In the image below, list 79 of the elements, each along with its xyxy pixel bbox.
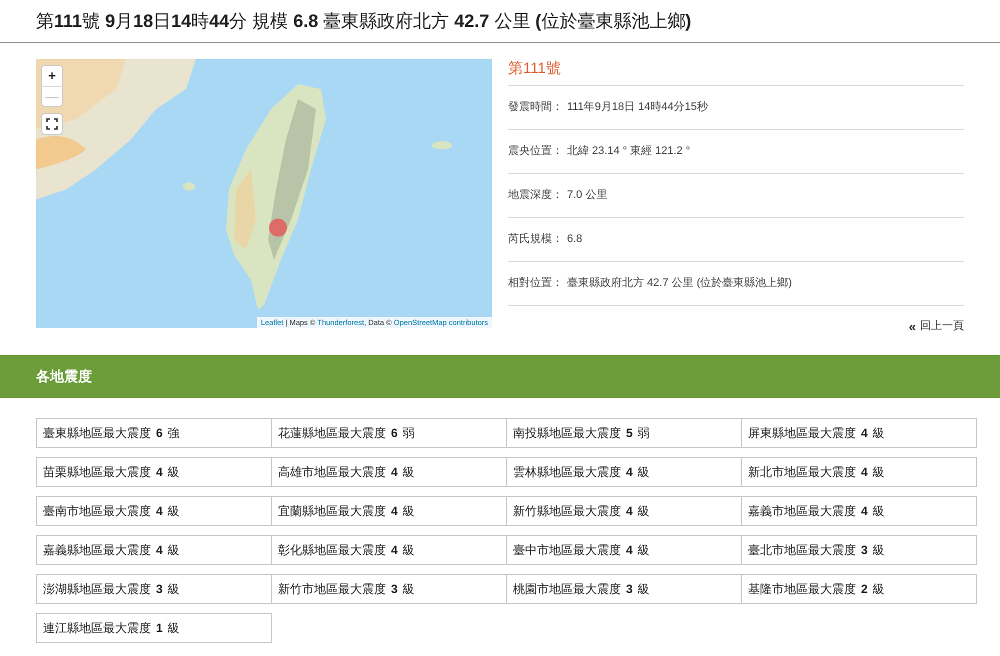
intensity-unit: 級 (168, 620, 180, 636)
intensity-value: 4 (861, 464, 868, 480)
region-label: 澎湖縣地區最大震度 (43, 580, 151, 598)
intensity-unit: 級 (872, 464, 885, 480)
intensity-unit: 級 (638, 580, 650, 598)
detail-label: 相對位置： (508, 276, 563, 292)
intensity-unit: 級 (872, 502, 885, 520)
region-label: 臺北市地區最大震度 (748, 542, 856, 558)
intensity-value: 3 (861, 542, 868, 558)
intensity-value: 4 (626, 464, 633, 480)
detail-value: 111年9月18日 14時44分15秒 (567, 100, 708, 116)
event-number: 第111號 (508, 59, 964, 86)
intensity-value: 4 (156, 502, 163, 520)
intensity-unit: 級 (872, 542, 885, 558)
intensity-value: 4 (861, 502, 868, 520)
region-label: 新竹縣地區最大震度 (513, 502, 621, 520)
region-label: 新北市地區最大震度 (748, 464, 856, 480)
intensity-value: 5 (626, 424, 633, 442)
detail-label: 芮氏規模： (508, 232, 563, 248)
detail-value: 7.0 公里 (567, 188, 608, 204)
intensity-unit: 級 (168, 542, 180, 558)
intensity-value: 4 (626, 502, 633, 520)
region-label: 臺南市地區最大震度 (43, 502, 151, 520)
intensity-value: 3 (626, 580, 633, 598)
intensity-value: 4 (156, 542, 163, 558)
intensity-unit: 級 (872, 580, 885, 598)
intensity-unit: 級 (168, 502, 180, 520)
region-label: 花蓮縣地區最大震度 (278, 424, 386, 442)
intensity-value: 4 (391, 542, 398, 558)
detail-label: 震央位置： (508, 144, 563, 160)
intensity-value: 4 (626, 542, 633, 558)
intensity-unit: 級 (872, 424, 885, 442)
intensity-value: 2 (861, 580, 868, 598)
region-label: 屏東縣地區最大震度 (748, 424, 856, 442)
region-label: 桃園市地區最大震度 (513, 580, 621, 598)
back-link[interactable]: « 回上一頁 (908, 318, 964, 334)
region-label: 高雄市地區最大震度 (278, 464, 386, 480)
intensity-unit: 級 (638, 542, 650, 558)
intensity-unit: 級 (168, 580, 180, 598)
detail-label: 發震時間： (508, 100, 563, 116)
intensity-value: 4 (391, 502, 398, 520)
region-label: 苗栗縣地區最大震度 (43, 464, 151, 480)
region-label: 嘉義市地區最大震度 (748, 502, 856, 520)
intensity-unit: 強 (168, 424, 180, 442)
intensity-value: 6 (391, 424, 398, 442)
intensity-value: 6 (156, 424, 163, 442)
intensity-value: 4 (861, 424, 868, 442)
intensity-value: 3 (156, 580, 163, 598)
intensity-unit: 弱 (638, 424, 650, 442)
region-label: 彰化縣地區最大震度 (278, 542, 386, 558)
intensity-unit: 級 (168, 464, 180, 480)
detail-value: 臺東縣政府北方 42.7 公里 (位於臺東縣池上鄉) (567, 276, 792, 292)
intensity-unit: 級 (638, 464, 650, 480)
fullscreen-icon (46, 118, 58, 130)
intensity-unit: 級 (402, 464, 415, 480)
region-label: 嘉義縣地區最大震度 (43, 542, 151, 558)
detail-label: 地震深度： (508, 188, 563, 204)
detail-value: 北緯 23.14 ° 東經 121.2 ° (567, 144, 690, 160)
region-label: 連江縣地區最大震度 (43, 620, 151, 636)
section-header: 各地震度 (0, 354, 1000, 398)
region-label: 新竹市地區最大震度 (278, 580, 386, 598)
region-label: 南投縣地區最大震度 (513, 424, 621, 442)
intensity-value: 3 (391, 580, 398, 598)
intensity-unit: 級 (402, 502, 415, 520)
fullscreen-button[interactable] (41, 113, 63, 135)
region-label: 雲林縣地區最大震度 (513, 464, 621, 480)
region-label: 臺中市地區最大震度 (513, 542, 621, 558)
region-label: 宜蘭縣地區最大震度 (278, 502, 386, 520)
intensity-unit: 弱 (402, 424, 415, 442)
region-label: 臺東縣地區最大震度 (43, 424, 151, 442)
intensity-unit: 級 (402, 580, 415, 598)
intensity-value: 4 (156, 464, 163, 480)
zoom-in-button[interactable]: + (42, 66, 62, 86)
intensity-value: 1 (156, 620, 163, 636)
intensity-value: 4 (391, 464, 398, 480)
intensity-unit: 級 (402, 542, 415, 558)
intensity-unit: 級 (638, 502, 650, 520)
detail-value: 6.8 (567, 232, 582, 248)
region-label: 基隆市地區最大震度 (748, 580, 856, 598)
